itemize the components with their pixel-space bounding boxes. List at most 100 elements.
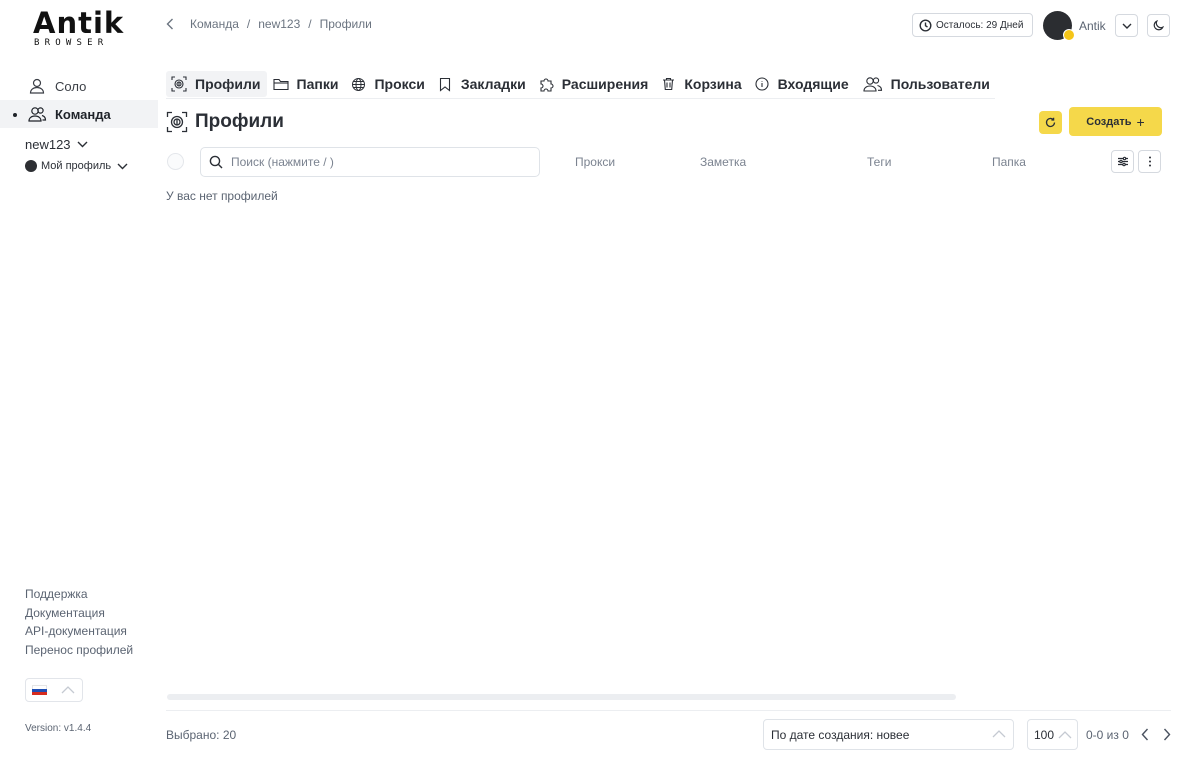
tab-label: Пользователи [890, 76, 990, 92]
trash-icon [660, 76, 676, 92]
sliders-icon [1117, 156, 1128, 167]
sort-value: По дате создания: новее [771, 727, 910, 742]
select-all-checkbox[interactable] [167, 153, 184, 170]
users-icon [27, 104, 47, 124]
user-icon [27, 76, 47, 96]
premium-badge-icon [1063, 29, 1075, 41]
tab-users[interactable]: Пользователи [856, 71, 996, 97]
days-left-text: Осталось: 29 Дней [936, 19, 1024, 31]
page-title-text: Профили [195, 111, 284, 132]
avatar [1043, 11, 1075, 41]
tab-bar: Профили Папки Прокси Закладки Расширения… [166, 71, 995, 99]
moon-icon [1153, 20, 1164, 31]
empty-state-text: У вас нет профилей [166, 189, 278, 203]
tab-bookmarks[interactable]: Закладки [432, 71, 532, 97]
fingerprint-icon [171, 76, 187, 92]
column-settings-button[interactable] [1111, 150, 1134, 173]
profile-select[interactable]: Мой профиль [25, 160, 128, 172]
breadcrumb-separator: / [246, 17, 251, 31]
sidebar-item-label: Соло [55, 78, 87, 94]
tab-label: Закладки [460, 76, 526, 92]
chevron-down-icon [117, 163, 128, 169]
chevron-down-icon [77, 141, 88, 148]
fingerprint-icon [166, 111, 188, 133]
tab-extensions[interactable]: Расширения [533, 71, 655, 97]
page-size-select[interactable]: 100 [1027, 719, 1078, 750]
active-indicator [13, 113, 17, 117]
link-docs[interactable]: Документация [25, 604, 133, 623]
chevron-right-icon [1163, 728, 1171, 740]
tab-label: Корзина [684, 76, 742, 92]
refresh-icon [1045, 117, 1056, 128]
language-select[interactable] [25, 678, 83, 702]
profile-avatar [25, 160, 37, 172]
team-select[interactable]: new123 [25, 137, 88, 152]
sidebar: Antik BROWSER Соло Команда new123 Мой пр… [0, 0, 158, 768]
page-size-value: 100 [1034, 727, 1055, 742]
page-title: Профили [166, 111, 284, 133]
username: Antik [1079, 18, 1106, 33]
breadcrumb-workspace[interactable]: new123 [258, 17, 300, 31]
column-header-tags[interactable]: Теги [867, 155, 891, 169]
column-header-folder[interactable]: Папка [992, 155, 1026, 169]
column-header-note[interactable]: Заметка [700, 155, 746, 169]
sidebar-item-team[interactable]: Команда [0, 100, 158, 128]
globe-icon [350, 76, 366, 92]
tab-label: Профили [195, 76, 261, 92]
selected-count: Выбрано: 20 [166, 728, 237, 742]
tab-folders[interactable]: Папки [268, 71, 345, 97]
theme-toggle-button[interactable] [1147, 14, 1170, 37]
profile-name: Мой профиль [41, 160, 112, 172]
link-api-docs[interactable]: API-документация [25, 622, 133, 641]
create-label: Создать [1086, 115, 1132, 128]
link-profile-transfer[interactable]: Перенос профилей [25, 641, 133, 660]
search-box [200, 147, 540, 177]
breadcrumb-team[interactable]: Команда [190, 17, 239, 31]
column-header-proxy[interactable]: Прокси [575, 155, 615, 169]
brand-logo: Antik BROWSER [33, 8, 127, 48]
horizontal-scrollbar[interactable] [167, 694, 956, 700]
tab-label: Папки [296, 76, 339, 92]
puzzle-icon [538, 76, 554, 92]
subscription-days-badge[interactable]: Осталось: 29 Дней [912, 13, 1033, 37]
sort-select[interactable]: По дате создания: новее [763, 719, 1014, 750]
plus-icon: + [1136, 113, 1145, 130]
more-vertical-icon [1148, 156, 1151, 167]
tab-trash[interactable]: Корзина [655, 71, 747, 97]
breadcrumb-separator: / [308, 17, 312, 31]
pagination-range: 0-0 из 0 [1086, 728, 1129, 742]
chevron-down-icon [1122, 23, 1131, 29]
user-menu-dropdown-button[interactable] [1115, 14, 1138, 37]
more-options-button[interactable] [1138, 150, 1161, 173]
chevron-up-icon [61, 686, 75, 694]
clock-icon [919, 18, 932, 32]
team-name: new123 [25, 137, 71, 152]
sidebar-item-solo[interactable]: Соло [0, 72, 158, 100]
users-icon [861, 76, 883, 92]
info-icon [754, 76, 770, 92]
search-input[interactable] [231, 155, 521, 169]
logo-word: Antik [33, 6, 125, 40]
search-icon [209, 155, 223, 169]
create-profile-button[interactable]: Создать + [1069, 107, 1162, 136]
refresh-button[interactable] [1039, 111, 1062, 134]
breadcrumb-current: Профили [319, 17, 372, 31]
prev-page-button[interactable] [1137, 725, 1153, 743]
breadcrumb: Команда / new123 / Профили [166, 17, 372, 31]
tab-profiles[interactable]: Профили [166, 71, 267, 97]
chevron-up-icon [992, 730, 1006, 738]
sidebar-item-label: Команда [55, 106, 111, 122]
user-menu[interactable]: Antik [1043, 11, 1106, 41]
tab-label: Входящие [777, 76, 849, 92]
app-version: Version: v1.4.4 [25, 723, 92, 734]
folder-icon [272, 76, 289, 92]
tab-proxy[interactable]: Прокси [345, 71, 430, 97]
next-page-button[interactable] [1159, 725, 1175, 743]
tab-label: Расширения [561, 76, 649, 92]
tab-inbox[interactable]: Входящие [749, 71, 855, 97]
tab-label: Прокси [374, 76, 425, 92]
bookmark-icon [437, 76, 453, 92]
link-support[interactable]: Поддержка [25, 585, 133, 604]
back-icon[interactable] [166, 18, 174, 30]
russian-flag-icon [32, 685, 47, 695]
